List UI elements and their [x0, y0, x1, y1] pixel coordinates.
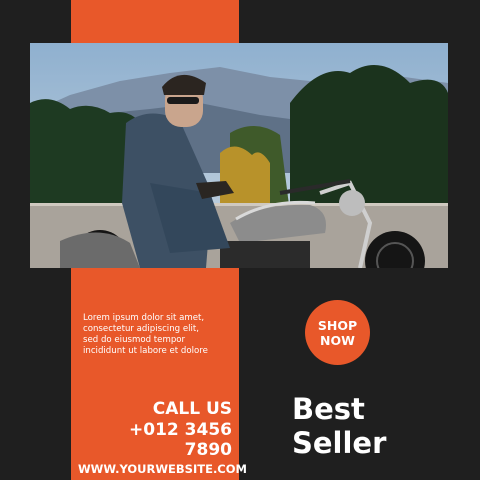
- motorcycle-photo: [30, 43, 448, 268]
- shop-now-label-line-1: SHOP: [317, 317, 358, 333]
- call-us-label: CALL US: [152, 399, 232, 419]
- promo-banner: Lorem ipsum dolor sit amet, consectetur …: [0, 0, 480, 480]
- headline: Best Seller: [292, 392, 386, 460]
- body-copy-line-3: sed do eiusmod tempor: [83, 335, 186, 345]
- body-copy: Lorem ipsum dolor sit amet, consectetur …: [83, 313, 233, 357]
- hero-photo: [30, 43, 448, 268]
- body-copy-line-4: incididunt ut labore et dolore: [83, 346, 208, 356]
- body-copy-line-2: consectetur adipiscing elit,: [83, 324, 199, 334]
- body-copy-line-1: Lorem ipsum dolor sit amet,: [83, 313, 205, 323]
- contact-info: CALL US +012 3456 7890 WWW.YOURWEBSITE.C…: [78, 398, 247, 478]
- shop-now-button[interactable]: SHOP NOW: [305, 300, 370, 365]
- headline-line-1: Best: [292, 392, 365, 426]
- phone-number[interactable]: +012 3456 7890: [78, 420, 232, 460]
- headline-line-2: Seller: [292, 426, 387, 460]
- shop-now-label-line-2: NOW: [320, 332, 355, 348]
- website-link[interactable]: WWW.YOURWEBSITE.COM: [78, 460, 247, 478]
